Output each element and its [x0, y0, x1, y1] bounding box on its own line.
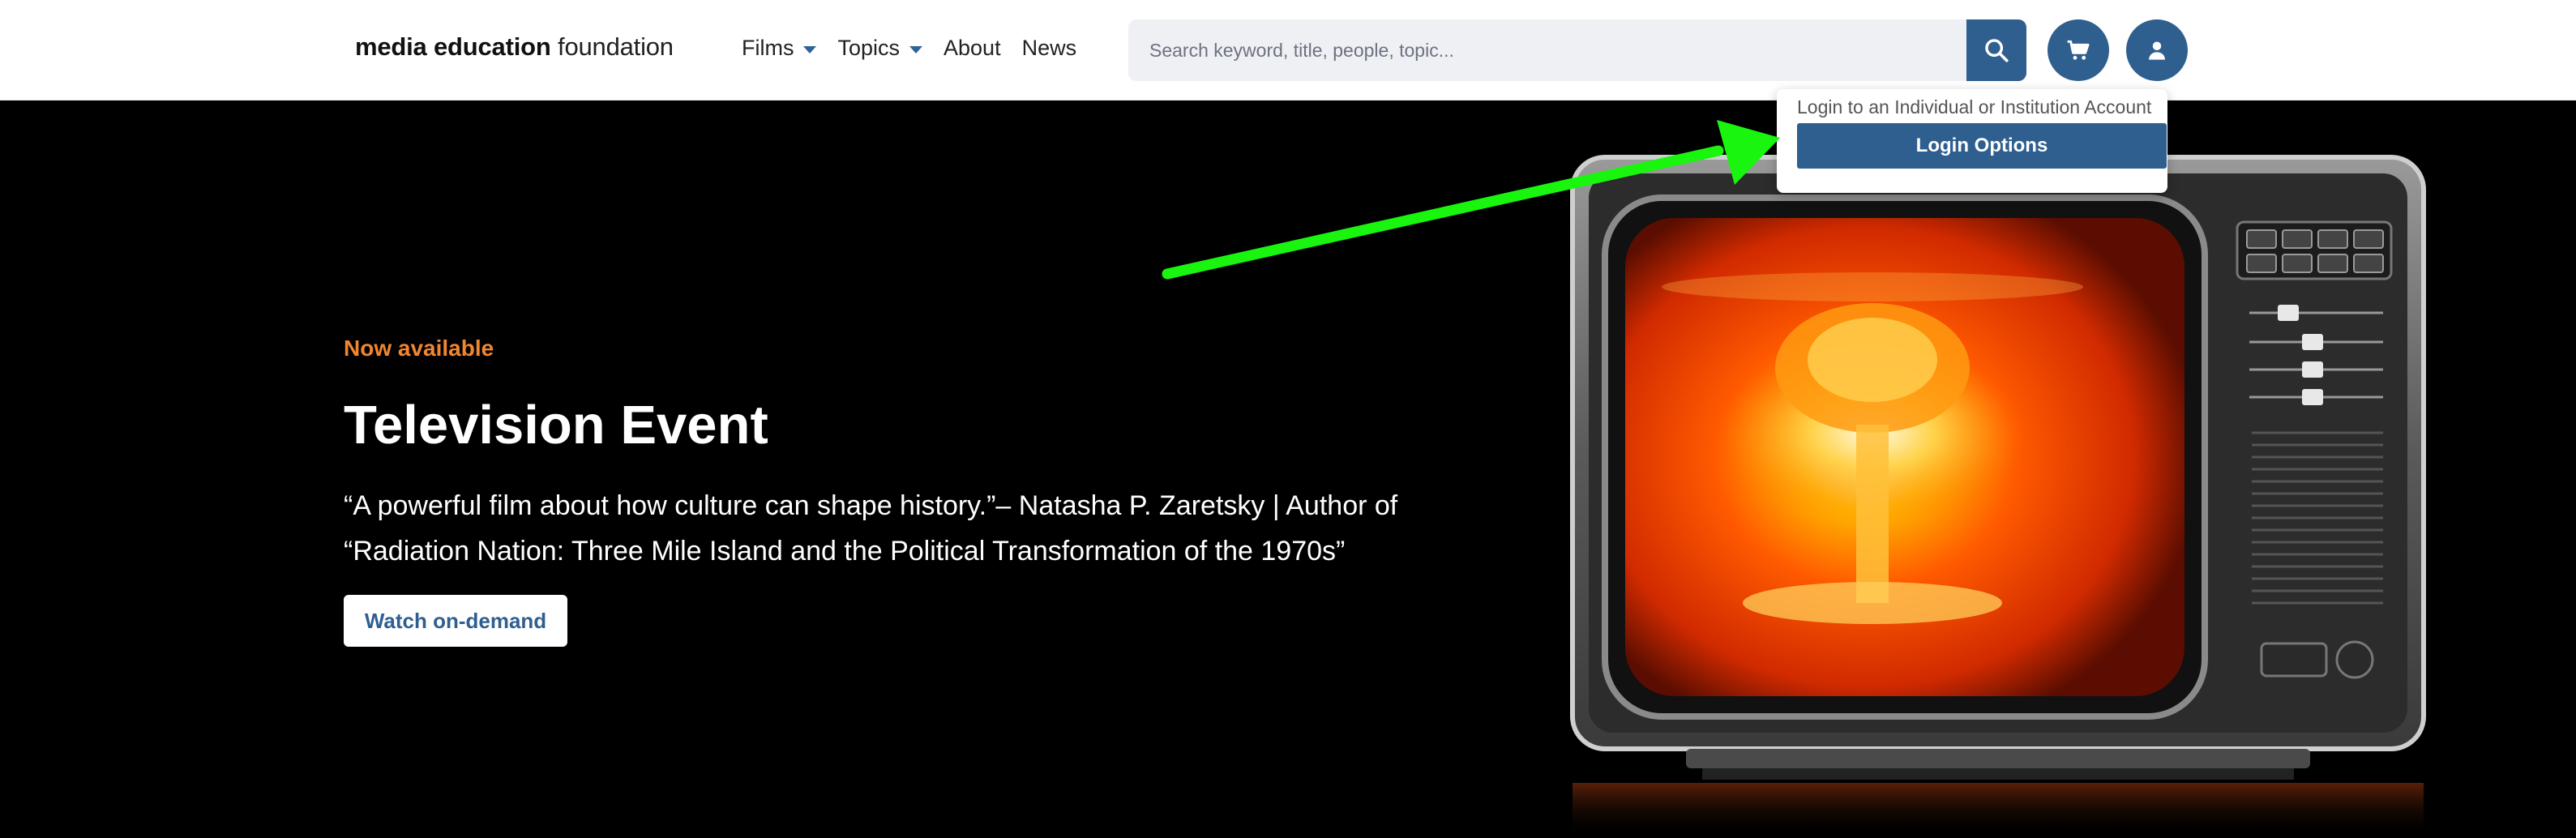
logo-bold-text: media education [355, 32, 551, 61]
chevron-down-icon [909, 45, 923, 53]
hero-quote: “A powerful film about how culture can s… [344, 490, 1398, 567]
login-options-button[interactable]: Login Options [1797, 123, 2167, 169]
nav-item-about[interactable]: About [944, 36, 1001, 61]
nav-item-topics[interactable]: Topics [837, 36, 923, 61]
site-header: media education foundation Films Topics … [0, 0, 2576, 100]
hero-eyebrow: Now available [344, 336, 494, 361]
cart-icon [2067, 40, 2090, 60]
watch-on-demand-button[interactable]: Watch on-demand [344, 595, 567, 647]
nav-item-news[interactable]: News [1022, 36, 1077, 61]
nav-item-label: News [1021, 36, 1077, 60]
logo-light-text: foundation [550, 32, 674, 61]
search-icon [1985, 39, 2009, 62]
hero-banner: Now available Television Event “A powerf… [0, 100, 2576, 838]
cart-button[interactable] [2048, 19, 2109, 81]
main-nav: Films Topics About News [742, 36, 1098, 61]
nav-item-label: Topics [837, 36, 901, 60]
chevron-down-icon [803, 45, 817, 53]
login-message: Login to an Individual or Institution Ac… [1797, 96, 2152, 118]
search-button[interactable] [1966, 19, 2026, 81]
tv-illustration [1570, 155, 2426, 838]
nav-item-label: Films [742, 36, 794, 60]
user-icon [2149, 41, 2165, 60]
hero-title: Television Event [344, 395, 768, 455]
site-logo[interactable]: media education foundation [355, 32, 674, 62]
search-bar [1128, 19, 2026, 81]
account-button[interactable] [2126, 19, 2188, 81]
search-input[interactable] [1128, 19, 1966, 81]
nav-item-films[interactable]: Films [742, 36, 817, 61]
login-dropdown: Login to an Individual or Institution Ac… [1777, 89, 2167, 193]
nav-item-label: About [944, 36, 1001, 60]
